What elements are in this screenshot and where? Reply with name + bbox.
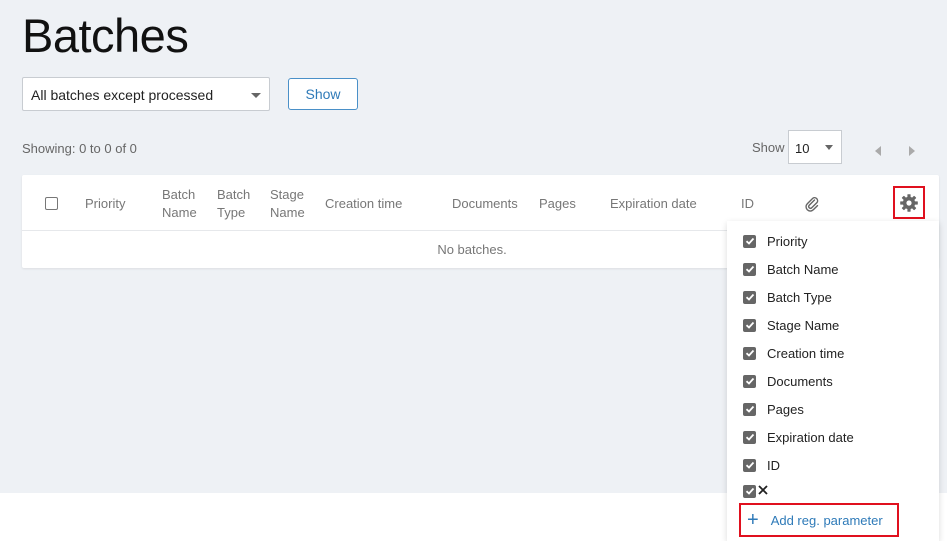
paperclip-icon[interactable] <box>804 196 820 217</box>
checkbox-icon[interactable] <box>743 484 756 498</box>
checkbox-icon[interactable] <box>743 374 756 388</box>
page-size-value: 10 <box>795 141 810 156</box>
chevron-down-icon <box>251 93 261 98</box>
batch-filter-select[interactable]: All batches except processed <box>22 77 270 111</box>
checkbox-icon[interactable] <box>743 458 756 472</box>
close-icon <box>758 484 769 499</box>
column-header-documents[interactable]: Documents <box>452 195 518 213</box>
column-header-creation-time[interactable]: Creation time <box>325 195 402 213</box>
column-header-batch-type[interactable]: Batch Type <box>217 186 250 222</box>
checkbox-icon[interactable] <box>743 234 756 248</box>
checkbox-icon[interactable] <box>743 290 756 304</box>
page-size-label: Show <box>752 140 785 155</box>
column-header-batch-name[interactable]: Batch Name <box>162 186 197 222</box>
add-reg-parameter-label: Add reg. parameter <box>770 512 883 528</box>
column-option-priority[interactable]: Priority <box>743 232 807 250</box>
column-visibility-menu: Priority Batch Name Batch Type Stage Nam… <box>727 221 939 541</box>
add-reg-parameter-button[interactable]: + Add reg. parameter <box>739 503 899 537</box>
page-title: Batches <box>22 9 189 62</box>
page-size-select[interactable]: 10 <box>788 130 842 164</box>
gear-icon <box>900 193 918 212</box>
column-option-documents[interactable]: Documents <box>743 372 833 390</box>
chevron-right-icon[interactable] <box>909 146 915 156</box>
checkbox-icon[interactable] <box>743 346 756 360</box>
plus-icon: + <box>747 509 759 531</box>
column-header-priority[interactable]: Priority <box>85 195 125 213</box>
column-option-batch-name[interactable]: Batch Name <box>743 260 839 278</box>
column-option-batch-type[interactable]: Batch Type <box>743 288 832 306</box>
checkbox-icon[interactable] <box>743 318 756 332</box>
chevron-down-icon <box>825 145 833 150</box>
column-option-attachments[interactable] <box>743 482 769 500</box>
batch-filter-value: All batches except processed <box>31 87 214 103</box>
checkbox-icon[interactable] <box>743 402 756 416</box>
column-option-expiration-date[interactable]: Expiration date <box>743 428 854 446</box>
checkbox-icon[interactable] <box>743 430 756 444</box>
column-header-expiration-date[interactable]: Expiration date <box>610 195 697 213</box>
column-header-pages[interactable]: Pages <box>539 195 576 213</box>
chevron-left-icon[interactable] <box>875 146 881 156</box>
show-button[interactable]: Show <box>288 78 358 110</box>
column-option-creation-time[interactable]: Creation time <box>743 344 844 362</box>
showing-count: Showing: 0 to 0 of 0 <box>22 141 137 156</box>
column-settings-button[interactable] <box>893 186 925 219</box>
column-header-stage-name[interactable]: Stage Name <box>270 186 305 222</box>
checkbox-icon[interactable] <box>743 262 756 276</box>
column-option-pages[interactable]: Pages <box>743 400 804 418</box>
column-option-stage-name[interactable]: Stage Name <box>743 316 839 334</box>
select-all-checkbox[interactable] <box>45 197 58 210</box>
column-header-id[interactable]: ID <box>741 195 754 213</box>
column-option-id[interactable]: ID <box>743 456 780 474</box>
